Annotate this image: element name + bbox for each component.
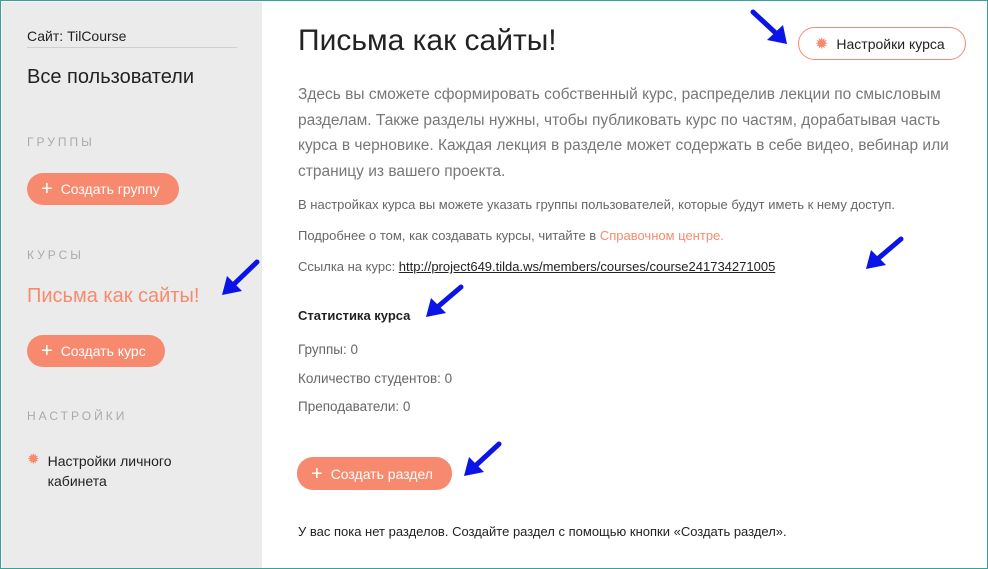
plus-icon: + xyxy=(41,178,53,200)
annotation-arrow-icon xyxy=(750,9,787,44)
empty-sections-note: У вас пока нет разделов. Создайте раздел… xyxy=(298,524,787,539)
page-title: Письма как сайты! xyxy=(298,24,557,57)
plus-icon: + xyxy=(41,340,53,362)
site-divider xyxy=(27,47,237,48)
annotation-arrow-icon xyxy=(866,236,904,269)
settings-heading: НАСТРОЙКИ xyxy=(27,409,128,423)
stats-teachers: Преподаватели: 0 xyxy=(298,399,411,414)
course-url-link[interactable]: http://project649.tilda.ws/members/cours… xyxy=(399,259,776,274)
annotation-arrow-icon xyxy=(464,441,502,476)
gear-icon: ✹ xyxy=(815,35,829,53)
create-group-label: Создать группу xyxy=(60,181,160,197)
create-course-button[interactable]: + Создать курс xyxy=(27,335,165,367)
create-course-label: Создать курс xyxy=(60,343,146,359)
create-section-button[interactable]: + Создать раздел xyxy=(297,457,452,490)
plus-icon: + xyxy=(311,462,323,485)
courses-heading: КУРСЫ xyxy=(27,248,84,262)
annotation-arrow-icon xyxy=(426,284,464,317)
create-group-button[interactable]: + Создать группу xyxy=(27,173,179,205)
help-center-link[interactable]: Справочном центре. xyxy=(600,228,724,243)
all-users-link[interactable]: Все пользователи xyxy=(27,66,194,89)
gear-icon: ✹ xyxy=(27,451,40,468)
stats-groups: Группы: 0 xyxy=(298,342,358,357)
create-section-label: Создать раздел xyxy=(330,465,433,482)
course-link-label: Ссылка на курс: xyxy=(298,259,399,274)
annotation-arrow-icon xyxy=(222,259,260,295)
main-content: Письма как сайты! ✹ Настройки курса Здес… xyxy=(262,2,987,568)
sidebar-item-current-course[interactable]: Письма как сайты! xyxy=(27,285,199,308)
account-settings-label: Настройки личного кабинета xyxy=(47,453,172,489)
site-label[interactable]: Сайт: TilCourse xyxy=(27,28,126,44)
groups-heading: ГРУППЫ xyxy=(27,135,95,149)
stats-students: Количество студентов: 0 xyxy=(298,371,453,386)
app-window: Сайт: TilCourse Все пользователи ГРУППЫ … xyxy=(0,0,988,569)
course-link-row: Ссылка на курс: http://project649.tilda.… xyxy=(298,259,775,274)
sidebar-item-account-settings[interactable]: ✹ Настройки личного кабинета xyxy=(27,451,227,491)
course-settings-label: Настройки курса xyxy=(836,35,945,52)
stats-title: Статистика курса xyxy=(298,308,411,323)
course-settings-button[interactable]: ✹ Настройки курса xyxy=(798,27,966,60)
groups-note: В настройках курса вы можете указать гру… xyxy=(298,197,896,212)
help-note: Подробнее о том, как создавать курсы, чи… xyxy=(298,228,724,243)
help-note-prefix: Подробнее о том, как создавать курсы, чи… xyxy=(298,228,600,243)
intro-text: Здесь вы сможете сформировать собственны… xyxy=(298,86,949,180)
